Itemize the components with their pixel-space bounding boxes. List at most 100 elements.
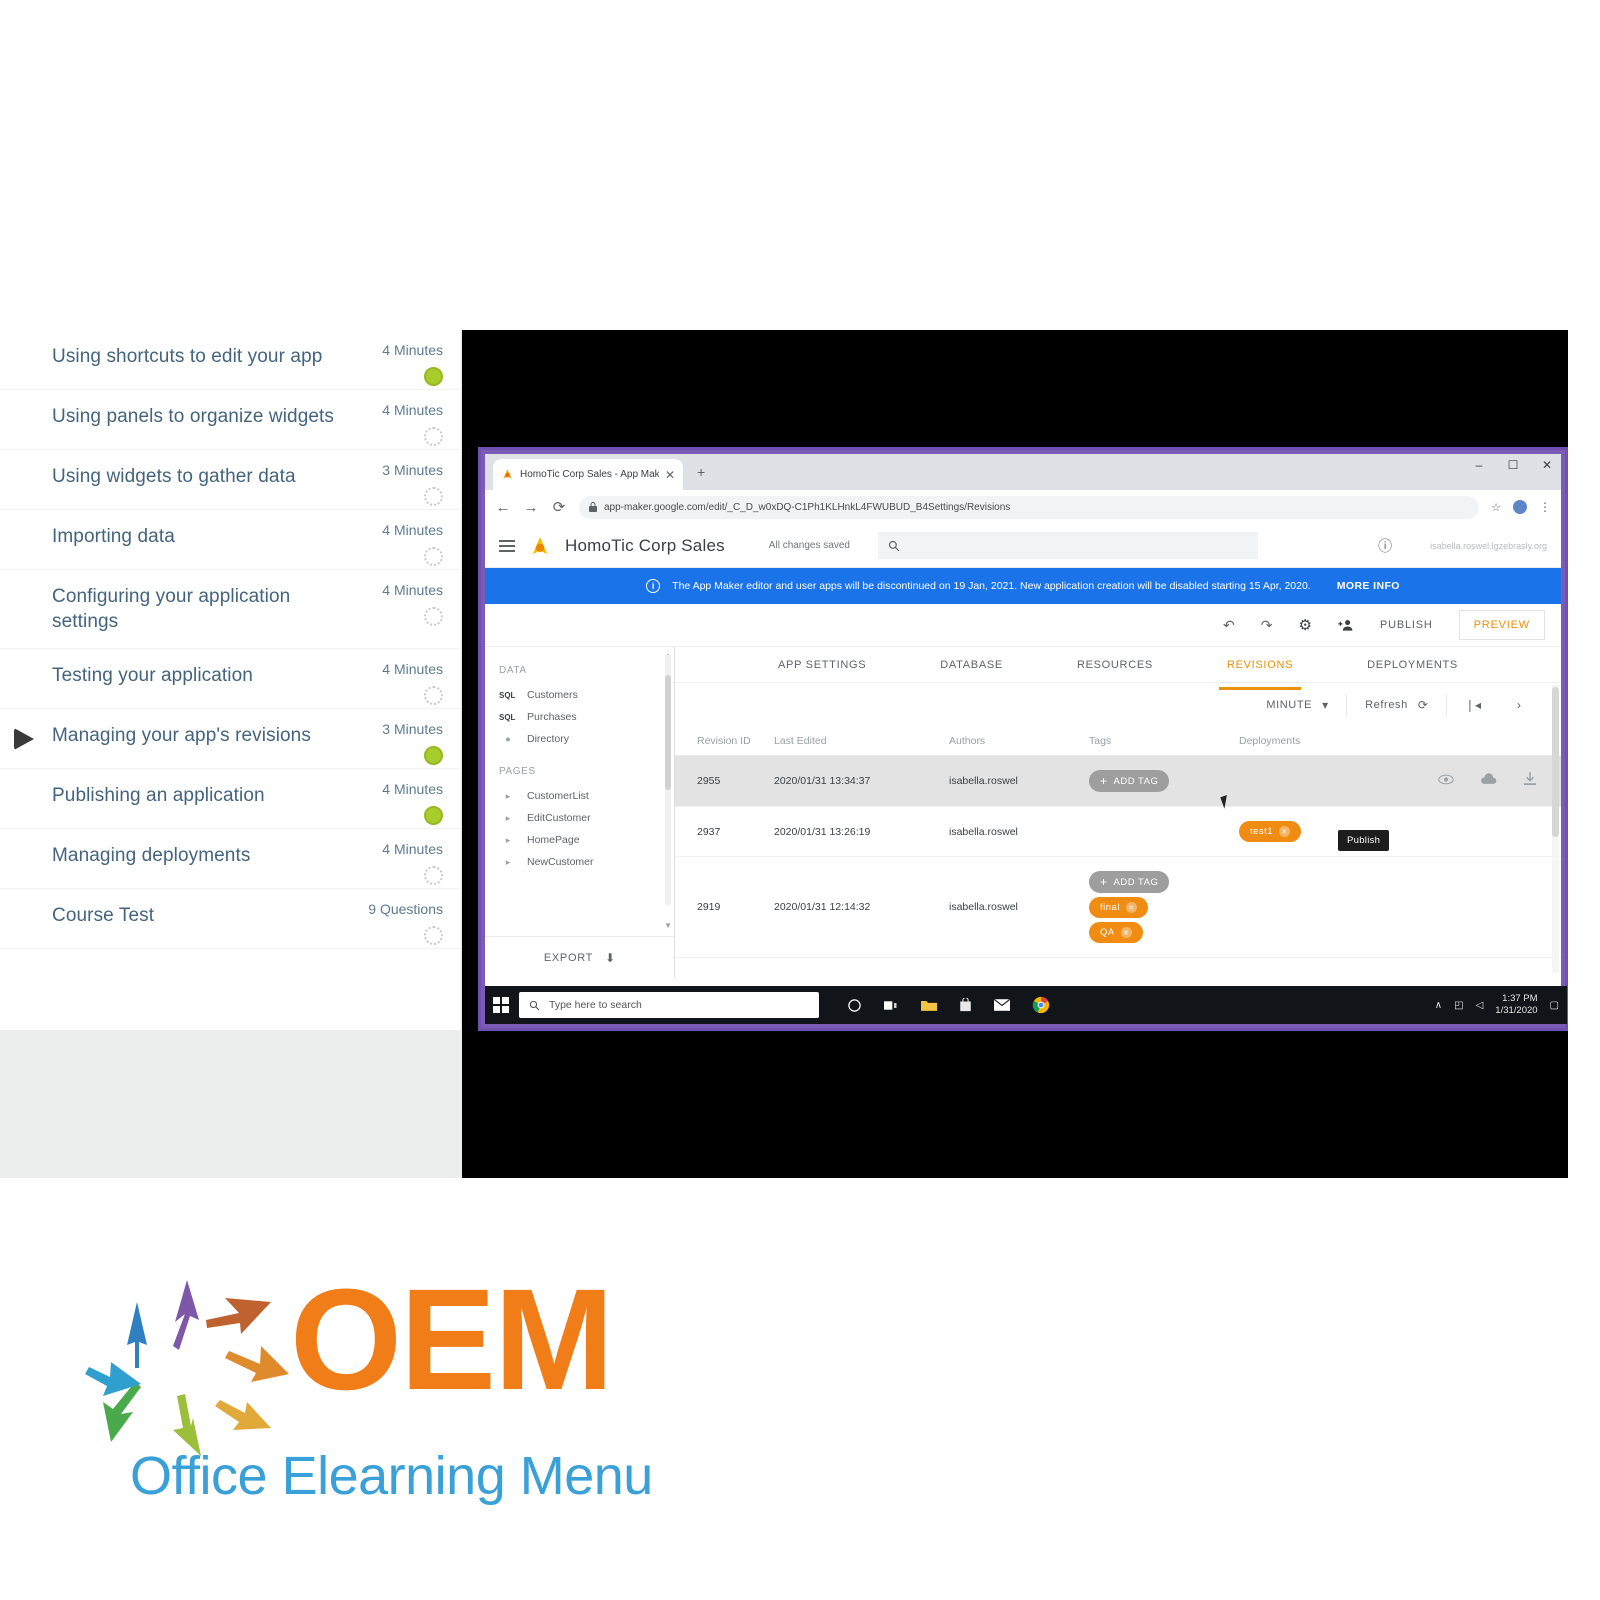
data-item[interactable]: ● Directory <box>495 728 674 750</box>
lesson-item[interactable]: Using widgets to gather data 3 Minutes <box>0 450 461 510</box>
cortana-icon[interactable] <box>847 998 862 1013</box>
refresh-button[interactable]: Refresh ⟳ <box>1346 694 1446 716</box>
tag-label: final <box>1100 902 1120 913</box>
close-icon[interactable]: ✕ <box>665 468 675 482</box>
panel-scrollbar-thumb[interactable] <box>665 675 671 790</box>
tag-chip[interactable]: final ✕ <box>1089 897 1148 918</box>
task-view-icon[interactable] <box>884 999 899 1012</box>
lesson-item[interactable]: Configuring your application settings 4 M… <box>0 570 461 649</box>
lesson-item[interactable]: Testing your application 4 Minutes <box>0 649 461 709</box>
page-item[interactable]: ▸ HomePage <box>495 829 674 851</box>
window-close-button[interactable]: ✕ <box>1539 458 1555 472</box>
tab-deployments[interactable]: DEPLOYMENTS <box>1365 650 1460 680</box>
tab-revisions[interactable]: REVISIONS <box>1218 650 1302 690</box>
app-search-input[interactable] <box>877 532 1258 559</box>
tag-label: test1 <box>1250 826 1274 837</box>
close-icon[interactable]: ✕ <box>1125 902 1137 913</box>
lesson-item[interactable]: Managing deployments 4 Minutes <box>0 829 461 889</box>
lesson-item[interactable]: Using shortcuts to edit your app 4 Minute… <box>0 330 461 390</box>
forward-icon[interactable]: → <box>523 499 539 516</box>
page-item[interactable]: ▸ CustomerList <box>495 785 674 807</box>
add-tag-button[interactable]: + ADD TAG <box>1089 871 1170 893</box>
editor-body: DATA SQL Customers SQL Purchases ● Directory … <box>485 646 1561 978</box>
tab-app-settings[interactable]: APP SETTINGS <box>776 650 868 680</box>
close-icon[interactable]: ✕ <box>1279 826 1291 837</box>
table-row[interactable]: 2919 2020/01/31 12:14:32 isabella.roswel + A… <box>675 856 1561 958</box>
download-icon[interactable] <box>1524 772 1536 790</box>
new-tab-button[interactable]: + <box>697 464 705 480</box>
table-row[interactable]: 2937 2020/01/31 13:26:19 isabella.roswel te… <box>675 806 1561 857</box>
minimize-button[interactable]: – <box>1471 458 1487 472</box>
tab-database[interactable]: DATABASE <box>938 650 1005 680</box>
page-item[interactable]: ▸ NewCustomer <box>495 851 674 873</box>
lesson-item[interactable]: Using panels to organize widgets 4 Minute… <box>0 390 461 450</box>
search-icon <box>888 540 900 551</box>
chrome-icon[interactable] <box>1032 996 1050 1014</box>
table-row[interactable]: 2955 2020/01/31 13:34:37 isabella.roswel + A… <box>675 755 1561 807</box>
add-tag-button[interactable]: + ADD TAG <box>1089 770 1170 792</box>
lesson-item[interactable]: Managing your app's revisions 3 Minutes <box>0 709 461 769</box>
panel-scrollbar-track[interactable] <box>665 655 671 905</box>
tag-chip[interactable]: QA ✕ <box>1089 922 1143 943</box>
tab-resources[interactable]: RESOURCES <box>1075 650 1155 680</box>
back-icon[interactable]: ← <box>495 499 511 516</box>
granularity-select[interactable]: MINUTE ▾ <box>1248 694 1346 716</box>
scroll-down-icon[interactable]: ▼ <box>664 921 672 930</box>
cloud-upload-icon[interactable] <box>1480 772 1498 790</box>
column-header: Tags <box>1085 727 1235 756</box>
lesson-item[interactable]: Course Test 9 Questions <box>0 889 461 949</box>
page-item[interactable]: ▸ EditCustomer <box>495 807 674 829</box>
volume-icon[interactable]: ◁ <box>1476 1000 1484 1011</box>
banner-more-info-link[interactable]: MORE INFO <box>1337 580 1400 592</box>
data-item[interactable]: SQL Purchases <box>495 706 674 728</box>
revisions-scrollbar-thumb[interactable] <box>1552 687 1559 837</box>
pagination[interactable]: ❘◂ › <box>1445 694 1539 716</box>
actions-cell <box>1395 856 1561 958</box>
lesson-item[interactable]: Importing data 4 Minutes <box>0 510 461 570</box>
clock-date: 1/31/2020 <box>1495 1005 1538 1016</box>
notification-center-icon[interactable]: ▢ <box>1550 1000 1559 1011</box>
undo-icon[interactable]: ↶ <box>1223 617 1235 634</box>
windows-start-icon[interactable] <box>493 997 509 1013</box>
maximize-button[interactable]: ☐ <box>1505 458 1521 472</box>
bookmark-star-icon[interactable]: ☆ <box>1491 501 1501 514</box>
lesson-status-indicator <box>424 866 443 885</box>
eye-icon[interactable] <box>1438 772 1454 790</box>
first-page-icon[interactable]: ❘◂ <box>1465 698 1481 712</box>
redo-icon[interactable]: ↷ <box>1261 617 1273 634</box>
add-user-icon[interactable] <box>1338 618 1354 632</box>
page-icon: ▸ <box>505 812 511 823</box>
network-icon[interactable]: ◰ <box>1454 1000 1463 1011</box>
chrome-menu-icon[interactable]: ⋮ <box>1539 500 1551 514</box>
download-icon[interactable]: ⬇ <box>605 951 615 965</box>
browser-titlebar: HomoTic Corp Sales - App Mak ✕ + – ☐ ✕ <box>485 454 1561 490</box>
tray-expand-icon[interactable]: ∧ <box>1435 1000 1442 1011</box>
publish-button[interactable]: PUBLISH <box>1380 619 1433 631</box>
store-icon[interactable] <box>959 998 972 1012</box>
export-bar[interactable]: EXPORT ⬇ <box>485 936 674 978</box>
browser-tab[interactable]: HomoTic Corp Sales - App Mak ✕ <box>493 459 683 490</box>
reload-icon[interactable]: ⟳ <box>551 498 567 516</box>
actions-cell <box>1395 755 1561 807</box>
next-page-icon[interactable]: › <box>1517 698 1521 712</box>
editor-toolbar: ↶ ↷ ⚙ PUBLISH PREVIEW <box>485 604 1561 646</box>
navigator-panel: DATA SQL Customers SQL Purchases ● Directory … <box>485 647 675 978</box>
address-bar[interactable]: app-maker.google.com/edit/_C_D_w0xDQ-C1P… <box>579 495 1480 519</box>
hamburger-menu-icon[interactable] <box>499 539 515 552</box>
taskbar-search-input[interactable]: Type here to search <box>519 992 819 1018</box>
file-explorer-icon[interactable] <box>921 999 937 1012</box>
data-item[interactable]: SQL Customers <box>495 684 674 706</box>
preview-button[interactable]: PREVIEW <box>1458 610 1545 640</box>
lesson-meta: 3 Minutes <box>333 462 443 511</box>
author: isabella.roswel <box>945 755 1085 807</box>
close-icon[interactable]: ✕ <box>1120 927 1132 938</box>
profile-avatar[interactable] <box>1513 500 1527 514</box>
tag-chip[interactable]: test1 ✕ <box>1239 821 1302 842</box>
mail-icon[interactable] <box>994 999 1010 1011</box>
help-icon[interactable]: ⓘ <box>1378 536 1392 556</box>
lesson-title: Using shortcuts to edit your app <box>52 346 323 367</box>
lesson-duration: 4 Minutes <box>382 342 443 358</box>
gear-icon[interactable]: ⚙ <box>1299 616 1312 634</box>
lesson-item[interactable]: Publishing an application 4 Minutes <box>0 769 461 829</box>
taskbar-clock[interactable]: 1:37 PM 1/31/2020 <box>1495 993 1537 1017</box>
